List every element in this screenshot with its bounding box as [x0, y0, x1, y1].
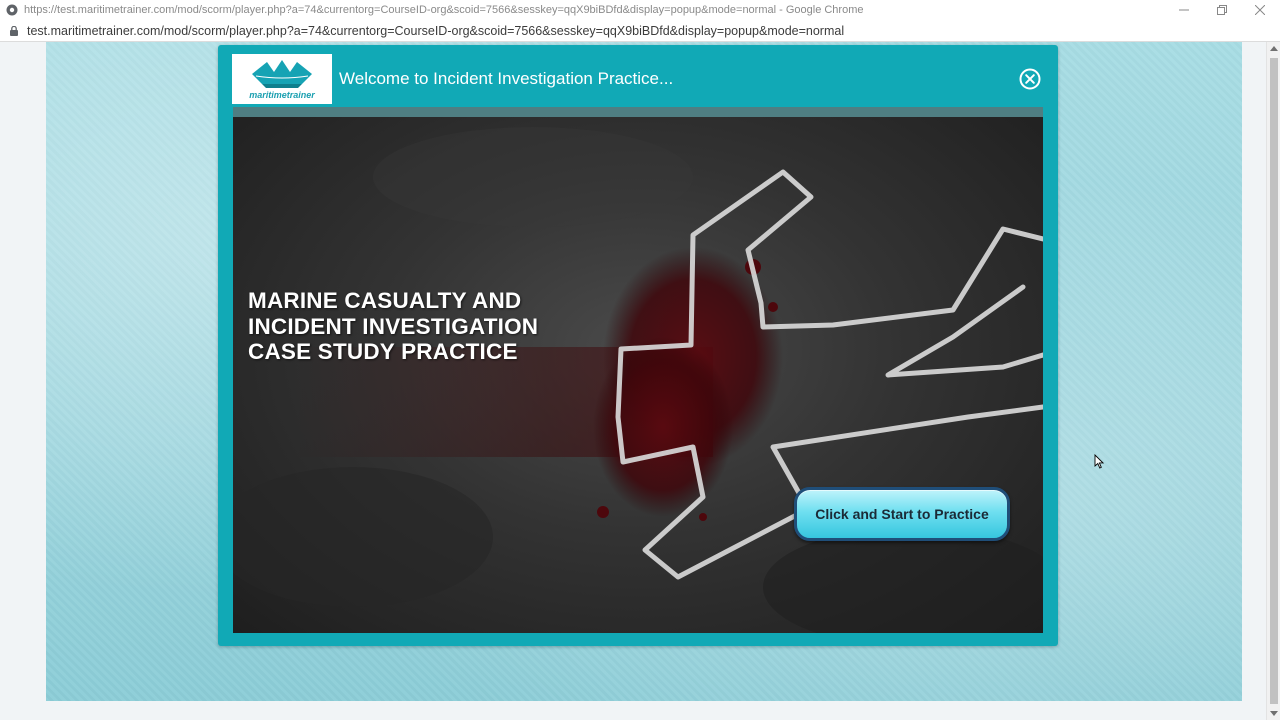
url-text[interactable]: test.maritimetrainer.com/mod/scorm/playe…	[27, 24, 844, 38]
window-close-button[interactable]	[1241, 0, 1279, 20]
minimize-button[interactable]	[1165, 0, 1203, 20]
slide-title-line: INCIDENT INVESTIGATION	[248, 313, 539, 339]
circle-close-icon	[1019, 68, 1041, 90]
intro-slide: MARINE CASUALTY AND INCIDENT INVESTIGATI…	[233, 117, 1043, 633]
browser-title-bar: https://test.maritimetrainer.com/mod/sco…	[0, 0, 1280, 20]
slide-title: MARINE CASUALTY AND INCIDENT INVESTIGATI…	[248, 288, 668, 365]
scroll-up-arrow-icon[interactable]	[1270, 46, 1278, 51]
crime-scene-artwork	[233, 127, 1043, 633]
slide-title-line: MARINE CASUALTY AND	[248, 288, 522, 313]
maritimetrainer-logo: maritimetrainer	[232, 54, 332, 104]
player-close-button[interactable]	[1019, 68, 1041, 90]
mouse-pointer-icon	[1094, 454, 1104, 469]
restore-button[interactable]	[1203, 0, 1241, 20]
player-header-title: Welcome to Incident Investigation Practi…	[339, 69, 674, 88]
vertical-scrollbar[interactable]	[1266, 42, 1280, 720]
chrome-globe-icon	[6, 4, 18, 16]
window-title: https://test.maritimetrainer.com/mod/sco…	[24, 4, 864, 16]
scrollbar-thumb[interactable]	[1270, 58, 1278, 704]
minimize-icon	[1179, 9, 1189, 11]
restore-icon	[1217, 5, 1227, 15]
header-divider	[233, 107, 1043, 117]
lock-icon	[10, 25, 18, 36]
course-player: maritimetrainer Welcome to Incident Inve…	[218, 45, 1058, 646]
address-bar[interactable]: test.maritimetrainer.com/mod/scorm/playe…	[0, 20, 1280, 42]
logo-wordmark: maritimetrainer	[249, 90, 315, 100]
start-practice-button[interactable]: Click and Start to Practice	[794, 487, 1010, 541]
slide-title-line: CASE STUDY PRACTICE	[248, 339, 518, 364]
start-practice-label: Click and Start to Practice	[815, 506, 989, 522]
close-icon	[1255, 5, 1265, 15]
scroll-down-arrow-icon[interactable]	[1270, 711, 1278, 716]
